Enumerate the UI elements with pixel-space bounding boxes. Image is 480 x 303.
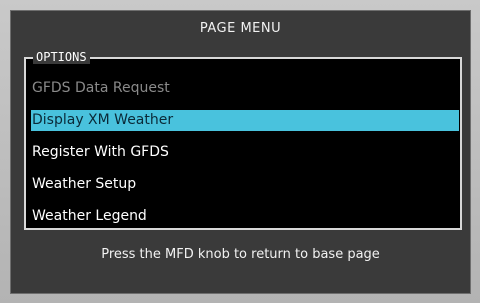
page-menu-window: PAGE MENU GFDS Data Request Display XM W… xyxy=(10,10,471,294)
option-weather-setup[interactable]: Weather Setup xyxy=(31,174,459,195)
instruction-text: Press the MFD knob to return to base pag… xyxy=(101,247,380,262)
option-display-xm-weather[interactable]: Display XM Weather xyxy=(31,110,459,131)
options-list: GFDS Data Request Display XM Weather Reg… xyxy=(24,57,462,230)
page-menu-title: PAGE MENU xyxy=(199,21,282,36)
option-gfds-data-request: GFDS Data Request xyxy=(32,80,170,96)
option-weather-legend[interactable]: Weather Legend xyxy=(31,206,459,227)
option-register-with-gfds[interactable]: Register With GFDS xyxy=(31,142,459,163)
options-group-label: OPTIONS xyxy=(33,50,90,64)
